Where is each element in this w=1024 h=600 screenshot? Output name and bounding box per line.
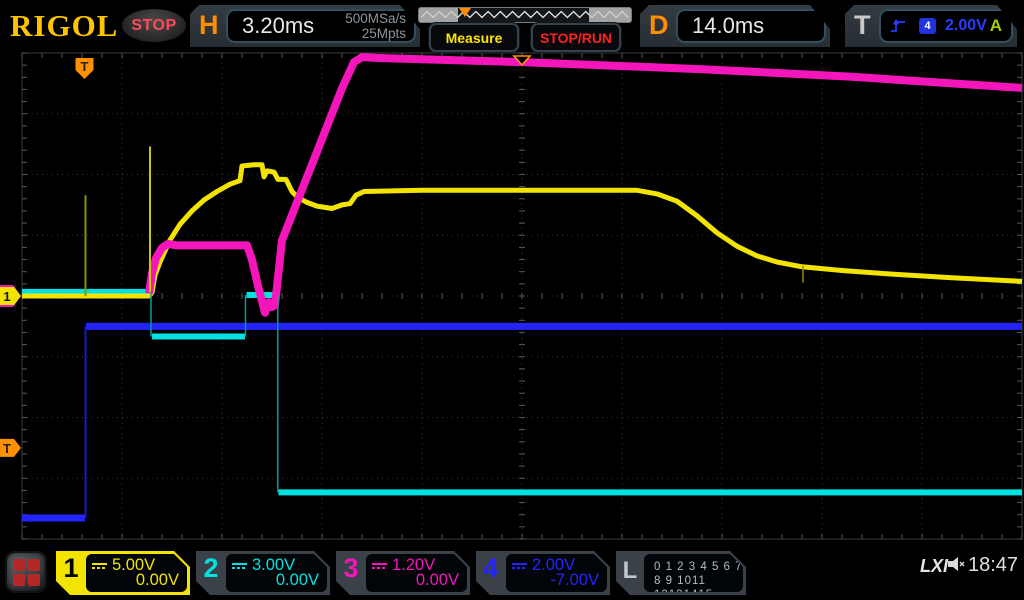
trigger-source-badge: 4 bbox=[919, 18, 936, 34]
channel-1-number: 1 bbox=[63, 553, 79, 583]
logic-channel-list: 0 1 2 3 4 5 6 7 8 9 1011 12131415 bbox=[644, 554, 743, 592]
trigger-box[interactable]: 4 2.00V A bbox=[879, 9, 1013, 43]
acquisition-info: 500MSa/s 25Mpts bbox=[345, 11, 406, 41]
dc-coupling-icon bbox=[512, 563, 527, 569]
svg-text:1: 1 bbox=[3, 289, 10, 304]
svg-text:T: T bbox=[3, 441, 11, 456]
logic-label: L bbox=[622, 557, 638, 584]
channel-4-offset: -7.00V bbox=[550, 571, 599, 589]
trigger-panel[interactable]: T 4 2.00V A bbox=[845, 5, 1017, 47]
top-status-bar: RIGOL STOP H 3.20ms 500MSa/s 25Mpts Meas… bbox=[0, 0, 1024, 52]
channel-1-position-marker[interactable]: 1 bbox=[0, 285, 21, 307]
trigger-label: T bbox=[854, 10, 871, 40]
bottom-status-bar: 1 5.00V 0.00V 2 3.00V 0.00V 3 1.20V 0.00… bbox=[0, 548, 1024, 600]
dc-coupling-icon bbox=[232, 563, 247, 569]
trigger-sweep-mode: A bbox=[989, 16, 1002, 35]
svg-text:T: T bbox=[81, 59, 89, 74]
lxi-status: LXI bbox=[920, 556, 949, 576]
sample-rate: 500MSa/s bbox=[345, 11, 406, 26]
timebase-box[interactable]: 3.20ms 500MSa/s 25Mpts bbox=[226, 9, 416, 43]
preview-offscreen-right bbox=[589, 8, 631, 22]
delay-value: 14.0ms bbox=[692, 13, 765, 38]
channel-3-values: 1.20V 0.00V bbox=[366, 554, 467, 592]
menu-button[interactable] bbox=[5, 551, 47, 593]
logic-channels-box[interactable]: L 0 1 2 3 4 5 6 7 8 9 1011 12131415 bbox=[616, 551, 746, 595]
scope-display[interactable]: T 1 T 4 bbox=[0, 0, 1024, 600]
measure-button[interactable]: Measure bbox=[429, 23, 519, 52]
clock: 18:47 bbox=[968, 554, 1019, 576]
channel-2-values: 3.00V 0.00V bbox=[226, 554, 327, 592]
ch1-trace bbox=[22, 162, 1023, 299]
channel-2-offset: 0.00V bbox=[275, 571, 319, 589]
run-state-badge: STOP bbox=[122, 9, 186, 42]
menu-icon bbox=[12, 558, 40, 586]
delay-label: D bbox=[649, 10, 669, 40]
dc-coupling-icon bbox=[372, 563, 387, 569]
horizontal-label: H bbox=[199, 10, 219, 40]
dc-coupling-icon bbox=[92, 563, 107, 569]
channel-3-box[interactable]: 3 1.20V 0.00V bbox=[336, 551, 470, 595]
preview-trigger-marker-icon[interactable] bbox=[459, 8, 471, 17]
timebase-value: 3.20ms bbox=[242, 13, 315, 38]
memory-depth: 25Mpts bbox=[361, 26, 406, 41]
channel-2-box[interactable]: 2 3.00V 0.00V bbox=[196, 551, 330, 595]
preview-offscreen-left bbox=[419, 8, 458, 22]
channel-1-box[interactable]: 1 5.00V 0.00V bbox=[56, 551, 190, 595]
channel-3-number: 3 bbox=[343, 553, 359, 583]
channel-4-values: 2.00V -7.00V bbox=[506, 554, 607, 592]
trigger-level: 2.00V bbox=[945, 17, 987, 34]
channel-1-values: 5.00V 0.00V bbox=[86, 554, 187, 592]
speaker-muted-icon[interactable] bbox=[946, 555, 966, 573]
channel-2-number: 2 bbox=[203, 553, 219, 583]
trigger-position-flag-icon[interactable]: T bbox=[75, 58, 94, 79]
delay-panel[interactable]: D 14.0ms bbox=[640, 5, 830, 47]
channel-3-offset: 0.00V bbox=[415, 571, 459, 589]
rising-edge-icon bbox=[889, 18, 907, 34]
stop-run-button[interactable]: STOP/RUN bbox=[531, 23, 621, 52]
channel-1-offset: 0.00V bbox=[135, 571, 179, 589]
oscilloscope-screen: T 1 T 4 RIGOL STOP H 3.20ms 500MSa/s 25M… bbox=[0, 0, 1024, 600]
channel-4-box[interactable]: 4 2.00V -7.00V bbox=[476, 551, 610, 595]
logic-row-2: 8 9 1011 12131415 bbox=[654, 575, 714, 600]
horizontal-panel[interactable]: H 3.20ms 500MSa/s 25Mpts bbox=[190, 5, 420, 47]
logic-row-1: 0 1 2 3 4 5 6 7 bbox=[654, 561, 743, 573]
waveform-preview-bar[interactable] bbox=[418, 7, 632, 23]
channel-4-number: 4 bbox=[483, 553, 499, 583]
rigol-logo: RIGOL bbox=[10, 8, 119, 43]
delay-box[interactable]: 14.0ms bbox=[676, 9, 826, 43]
trigger-level-marker[interactable]: T bbox=[0, 438, 21, 457]
